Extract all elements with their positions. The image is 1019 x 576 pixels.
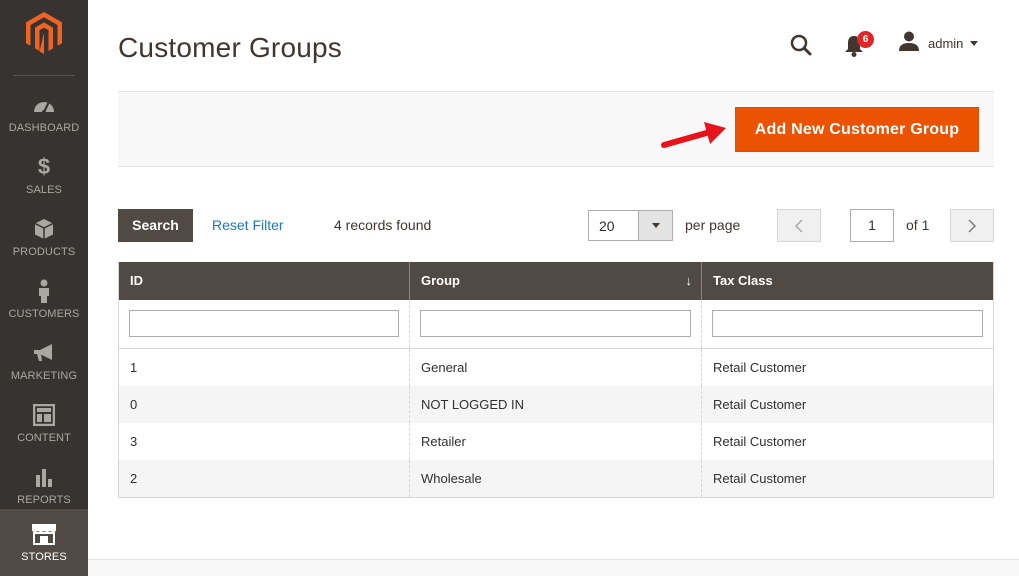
cell-id: 3 (119, 423, 410, 460)
next-page-button[interactable] (950, 209, 994, 242)
cell-group: Retailer (410, 423, 702, 460)
red-arrow-annotation-icon (660, 120, 730, 155)
chevron-right-icon (968, 219, 977, 233)
sidebar-item-customers[interactable]: CUSTOMERS (0, 266, 88, 328)
sidebar-item-reports[interactable]: REPORTS (0, 452, 88, 514)
sidebar-item-marketing[interactable]: MARKETING (0, 328, 88, 390)
box-icon (0, 218, 88, 240)
page-footer (88, 559, 1019, 576)
filter-cell (702, 300, 993, 348)
sidebar-item-label: MARKETING (10, 370, 78, 382)
sidebar-item-label: STORES (21, 551, 67, 563)
filter-cell (410, 300, 702, 348)
reset-filter-link[interactable]: Reset Filter (212, 217, 284, 233)
layout-icon (0, 404, 88, 426)
sidebar-item-label: SALES (26, 184, 62, 196)
user-name: admin (928, 35, 964, 51)
column-header-label: ID (130, 273, 143, 288)
chevron-left-icon (794, 219, 803, 233)
sidebar-item-sales[interactable]: $ SALES (0, 142, 88, 204)
column-header-label: Tax Class (713, 273, 773, 288)
column-header-group[interactable]: Group ↓ (410, 262, 702, 300)
sidebar-item-dashboard[interactable]: DASHBOARD (0, 80, 88, 142)
column-header-label: Group (421, 273, 460, 288)
user-icon (898, 31, 920, 56)
table-row[interactable]: 3 Retailer Retail Customer (119, 423, 993, 460)
filter-group-input[interactable] (420, 310, 691, 337)
per-page-value: 20 (599, 218, 615, 234)
sidebar-item-label: PRODUCTS (12, 246, 76, 258)
grid-body: 1 General Retail Customer 0 NOT LOGGED I… (119, 349, 993, 497)
sidebar-item-content[interactable]: CONTENT (0, 390, 88, 452)
person-icon (0, 279, 88, 303)
sidebar-item-label: REPORTS (17, 494, 71, 506)
chevron-down-icon[interactable] (638, 211, 672, 240)
previous-page-button[interactable] (777, 209, 821, 242)
per-page-select[interactable]: 20 (588, 210, 673, 241)
per-page-label: per page (685, 217, 741, 233)
page-title: Customer Groups (118, 32, 342, 63)
cell-tax-class: Retail Customer (713, 434, 807, 449)
magento-logo-icon (26, 12, 62, 54)
filter-cell (119, 300, 410, 348)
column-header-tax-class[interactable]: Tax Class (702, 262, 993, 300)
grid-header-row: ID Group ↓ Tax Class (119, 262, 993, 300)
add-new-customer-group-button[interactable]: Add New Customer Group (735, 107, 979, 152)
filter-tax-class-input[interactable] (712, 310, 983, 337)
table-row[interactable]: 2 Wholesale Retail Customer (119, 460, 993, 497)
page-total-label: of 1 (906, 217, 930, 233)
cell-id: 2 (119, 460, 410, 497)
chevron-down-icon (970, 40, 979, 46)
filter-id-input[interactable] (129, 310, 399, 337)
sidebar-item-label: CONTENT (17, 432, 71, 444)
cell-tax-class: Retail Customer (713, 471, 807, 486)
cell-group: General (410, 349, 702, 386)
table-row[interactable]: 0 NOT LOGGED IN Retail Customer (119, 386, 993, 423)
customer-groups-grid: ID Group ↓ Tax Class 1 General Retail Cus… (118, 262, 994, 498)
logo-divider (13, 75, 75, 76)
sidebar-item-stores[interactable]: STORES (0, 509, 88, 576)
sidebar-item-label: DASHBOARD (8, 122, 80, 134)
table-row[interactable]: 1 General Retail Customer (119, 349, 993, 386)
records-found-count: 4 records found (334, 217, 432, 233)
user-menu[interactable]: admin (898, 31, 979, 56)
bar-chart-icon (0, 466, 88, 488)
dollar-icon: $ (37, 154, 51, 179)
store-icon (0, 523, 88, 545)
cell-id: 0 (119, 386, 410, 423)
grid-filter-row (119, 300, 993, 349)
sort-arrow-icon: ↓ (685, 273, 693, 288)
dashboard-icon (0, 94, 88, 116)
cell-tax-class: Retail Customer (713, 360, 807, 375)
column-header-id[interactable]: ID (119, 262, 410, 300)
search-icon[interactable] (789, 33, 813, 57)
sidebar-item-label: CUSTOMERS (8, 308, 80, 320)
search-button[interactable]: Search (118, 209, 193, 242)
cell-id: 1 (119, 349, 410, 386)
page-number-input[interactable]: 1 (850, 209, 894, 242)
megaphone-icon (0, 342, 88, 364)
notification-badge: 6 (857, 31, 874, 48)
magento-logo[interactable] (0, 0, 88, 75)
cell-group: NOT LOGGED IN (410, 386, 702, 423)
cell-tax-class: Retail Customer (713, 397, 807, 412)
admin-sidebar: DASHBOARD $ SALES PRODUCTS CUSTOMERS MAR… (0, 0, 88, 576)
sidebar-item-products[interactable]: PRODUCTS (0, 204, 88, 266)
cell-group: Wholesale (410, 460, 702, 497)
